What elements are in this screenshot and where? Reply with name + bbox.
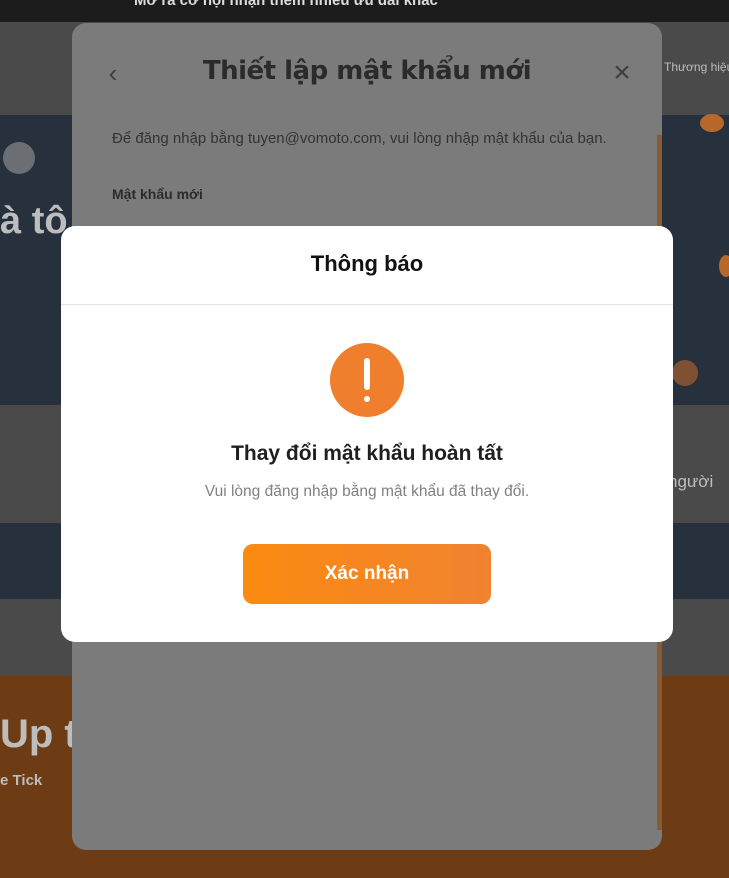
dialog-message: Vui lòng đăng nhập bằng mật khẩu đã thay… [204,483,530,500]
category-label: người [668,472,714,491]
hero-decor [719,255,729,277]
close-icon[interactable]: × [608,58,636,88]
chevron-left-icon[interactable]: ‹ [102,58,124,88]
top-banner-text: Mở ra cơ hội nhận thêm nhiều ưu đãi khác [134,0,438,9]
screen: Mở ra cơ hội nhận thêm nhiều ưu đãi khác… [0,0,729,878]
exclamation-icon [330,343,404,417]
set-password-title: Thiết lập mật khẩu mới [202,56,532,86]
notification-dialog: Thông báo Thay đổi mật khẩu hoàn tất Vui… [61,226,673,642]
dialog-divider [61,304,673,305]
set-password-description: Để đăng nhập bằng tuyen@vomoto.com, vui … [112,130,607,147]
hero-avatar [3,142,35,174]
hero-text: à tô [0,200,68,242]
confirm-button[interactable]: Xác nhận [243,544,491,604]
dialog-title: Thông báo [310,251,424,276]
hero-decor [700,114,724,132]
hero-decor [672,360,698,386]
promo-subtext: e Tick [0,772,43,789]
new-password-label: Mật khẩu mới [112,186,203,202]
dialog-heading: Thay đổi mật khẩu hoàn tất [231,442,503,465]
promo-text: Up t [0,712,78,756]
brand-link: Thương hiệu [664,60,729,74]
